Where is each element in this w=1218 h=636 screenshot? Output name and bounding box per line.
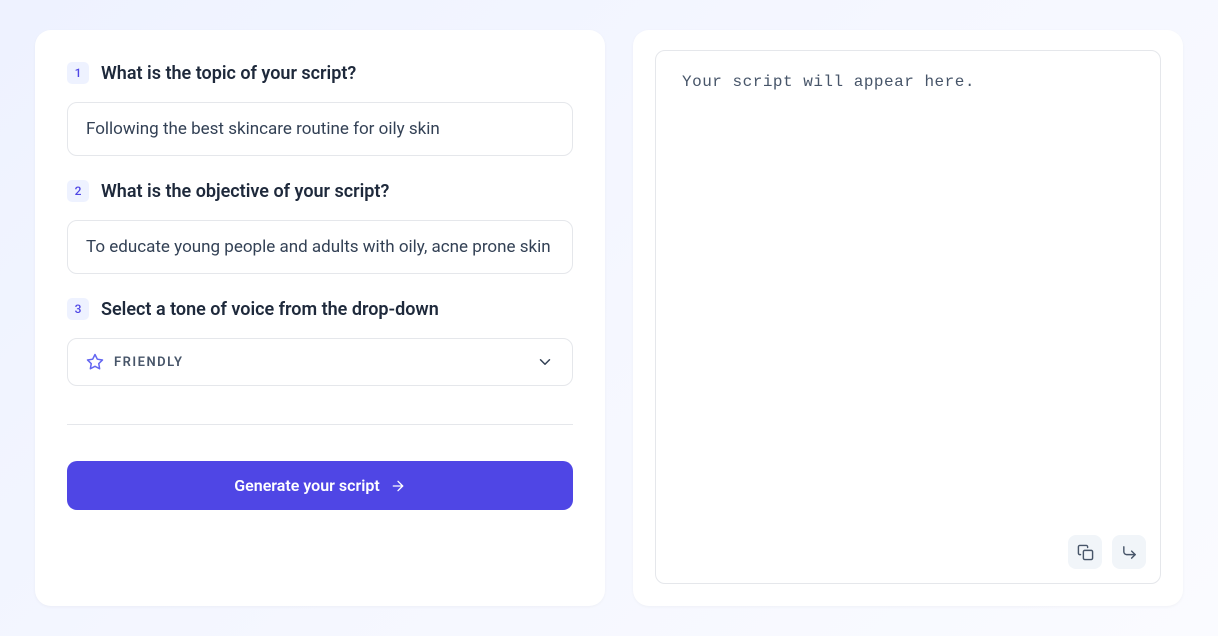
copy-icon (1077, 544, 1094, 561)
output-actions (1068, 535, 1146, 569)
tone-value: FRIENDLY (114, 355, 184, 370)
output-area: Your script will appear here. (655, 50, 1161, 584)
dropdown-left: FRIENDLY (86, 353, 184, 371)
share-button[interactable] (1112, 535, 1146, 569)
tone-dropdown[interactable]: FRIENDLY (67, 338, 573, 386)
divider (67, 424, 573, 425)
objective-input[interactable] (67, 220, 573, 274)
output-placeholder: Your script will appear here. (682, 73, 975, 91)
star-icon (86, 353, 104, 371)
step-badge-1: 1 (67, 62, 89, 84)
generate-button-label: Generate your script (234, 476, 380, 495)
label-row-2: 2 What is the objective of your script? (67, 180, 573, 202)
generate-button[interactable]: Generate your script (67, 461, 573, 510)
topic-label: What is the topic of your script? (101, 63, 356, 84)
label-row-1: 1 What is the topic of your script? (67, 62, 573, 84)
form-group-objective: 2 What is the objective of your script? (67, 180, 573, 274)
tone-label: Select a tone of voice from the drop-dow… (101, 299, 439, 320)
objective-label: What is the objective of your script? (101, 181, 389, 202)
form-panel: 1 What is the topic of your script? 2 Wh… (35, 30, 605, 606)
copy-button[interactable] (1068, 535, 1102, 569)
main-container: 1 What is the topic of your script? 2 Wh… (35, 30, 1183, 606)
chevron-down-icon (536, 353, 554, 371)
arrow-right-icon (390, 478, 406, 494)
step-badge-3: 3 (67, 298, 89, 320)
step-badge-2: 2 (67, 180, 89, 202)
form-group-tone: 3 Select a tone of voice from the drop-d… (67, 298, 573, 386)
topic-input[interactable] (67, 102, 573, 156)
label-row-3: 3 Select a tone of voice from the drop-d… (67, 298, 573, 320)
output-panel: Your script will appear here. (633, 30, 1183, 606)
form-group-topic: 1 What is the topic of your script? (67, 62, 573, 156)
share-icon (1121, 544, 1138, 561)
